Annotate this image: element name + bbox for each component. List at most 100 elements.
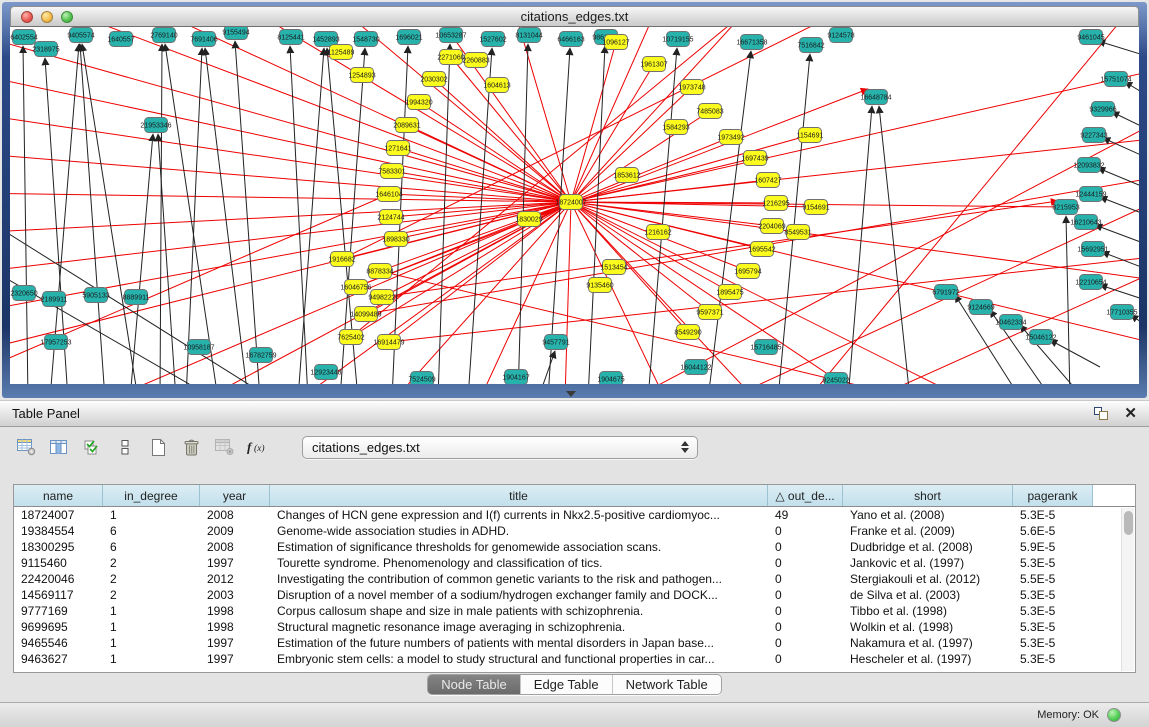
- graph-node[interactable]: 2769140: [150, 28, 177, 43]
- citation-network-graph[interactable]: 6402554231897594055741640557276914076914…: [10, 27, 1139, 384]
- graph-node[interactable]: 15046122: [1025, 330, 1056, 345]
- citation-edge[interactable]: [565, 202, 571, 384]
- graph-node[interactable]: 1254893: [348, 68, 375, 83]
- citation-edge[interactable]: [434, 79, 571, 202]
- graph-node[interactable]: 17710355: [1106, 305, 1137, 320]
- graph-node[interactable]: 16782759: [245, 348, 276, 363]
- edge[interactable]: [778, 54, 810, 384]
- column-header-out_degree[interactable]: △ out_de...: [768, 485, 843, 506]
- graph-node[interactable]: 17957253: [40, 335, 71, 350]
- graph-node[interactable]: 1640557: [107, 32, 134, 47]
- graph-node[interactable]: 1830029: [515, 212, 542, 227]
- graph-node[interactable]: 14099489: [350, 307, 381, 322]
- minimize-window-icon[interactable]: [41, 11, 53, 23]
- graph-node[interactable]: 1695794: [734, 264, 761, 279]
- graph-node[interactable]: 6402554: [10, 30, 37, 45]
- graph-node[interactable]: 9135460: [586, 278, 613, 293]
- tab-node-table[interactable]: Node Table: [428, 675, 521, 694]
- graph-node[interactable]: 8125441: [277, 30, 304, 45]
- graph-node[interactable]: 1898330: [382, 232, 409, 247]
- edge[interactable]: [1112, 112, 1139, 140]
- graph-node[interactable]: 9124578: [827, 28, 854, 43]
- graph-node[interactable]: 21953346: [140, 118, 171, 133]
- table-row[interactable]: 911546021997Tourette syndrome. Phenomeno…: [14, 555, 1121, 571]
- close-panel-icon[interactable]: ✕: [1124, 407, 1137, 421]
- graph-node[interactable]: 2260883: [462, 53, 489, 68]
- graph-node[interactable]: 6791972: [932, 285, 959, 300]
- graph-node[interactable]: 16914479: [373, 335, 404, 350]
- graph-node[interactable]: 8215953: [1052, 200, 1079, 215]
- delete-table-icon[interactable]: [179, 435, 203, 459]
- graph-node[interactable]: 7524509: [408, 372, 435, 385]
- edge[interactable]: [82, 44, 138, 384]
- graph-node[interactable]: 9124669: [967, 300, 994, 315]
- table-row[interactable]: 1938455462009Genome-wide association stu…: [14, 523, 1121, 539]
- graph-node[interactable]: 10462334: [995, 315, 1026, 330]
- graph-node[interactable]: 1904675: [597, 372, 624, 385]
- graph-node[interactable]: 9457791: [542, 335, 569, 350]
- citation-edge[interactable]: [515, 27, 571, 202]
- graph-node[interactable]: 1607427: [754, 173, 781, 188]
- graph-node[interactable]: 12093832: [1073, 158, 1104, 173]
- graph-node[interactable]: 1853612: [613, 168, 640, 183]
- edge[interactable]: [1050, 340, 1100, 367]
- tab-network-table[interactable]: Network Table: [613, 675, 721, 694]
- citation-edge[interactable]: [480, 202, 571, 384]
- table-row[interactable]: 946362711997Embryonic stem cells: a mode…: [14, 651, 1121, 667]
- citation-edge[interactable]: [571, 64, 654, 202]
- column-header-pagerank[interactable]: pagerank: [1013, 485, 1093, 506]
- graph-node[interactable]: 2271060: [437, 50, 464, 65]
- graph-node[interactable]: 2204069: [758, 219, 785, 234]
- graph-node[interactable]: 1904167: [502, 370, 529, 385]
- edge[interactable]: [1100, 197, 1139, 224]
- table-row[interactable]: 977716911998Corpus callosum shape and si…: [14, 603, 1121, 619]
- graph-node[interactable]: 8889911: [123, 290, 150, 305]
- new-table-icon[interactable]: [146, 435, 170, 459]
- graph-node[interactable]: 1548730: [352, 32, 379, 47]
- table-row[interactable]: 946554611997Estimation of the future num…: [14, 635, 1121, 651]
- graph-node[interactable]: 1961307: [640, 57, 667, 72]
- graph-node[interactable]: 1646104: [375, 187, 402, 202]
- table-row[interactable]: 969969511998Structural magnetic resonanc…: [14, 619, 1121, 635]
- table-row[interactable]: 1830029562008Estimation of significance …: [14, 539, 1121, 555]
- tab-edge-table[interactable]: Edge Table: [521, 675, 613, 694]
- split-pane-collapse-handle[interactable]: [566, 391, 576, 397]
- table-row[interactable]: 1456911722003Disruption of a novel membe…: [14, 587, 1121, 603]
- graph-node[interactable]: 2089631: [393, 118, 420, 133]
- graph-node[interactable]: 1994320: [405, 95, 432, 110]
- vertical-scrollbar[interactable]: [1121, 508, 1134, 671]
- graph-node[interactable]: 12210654: [1075, 275, 1106, 290]
- graph-node[interactable]: 8131044: [515, 28, 542, 43]
- citation-edge[interactable]: [419, 102, 571, 202]
- edge[interactable]: [205, 48, 248, 384]
- graph-node[interactable]: 18724007: [555, 195, 586, 210]
- edge[interactable]: [130, 134, 153, 384]
- table-row[interactable]: 2242004622012Investigating the contribut…: [14, 571, 1121, 587]
- show-columns-icon[interactable]: [47, 435, 71, 459]
- edge[interactable]: [235, 41, 260, 384]
- graph-node[interactable]: 1513454: [600, 260, 627, 275]
- graph-node[interactable]: 1096127: [602, 35, 629, 50]
- graph-node[interactable]: 2030302: [420, 72, 447, 87]
- edge[interactable]: [290, 46, 308, 384]
- edge[interactable]: [538, 351, 555, 384]
- graph-node[interactable]: 10719155: [662, 32, 693, 47]
- edge[interactable]: [186, 48, 202, 384]
- graph-node[interactable]: 12444159: [1075, 187, 1106, 202]
- graph-node[interactable]: 10958187: [183, 340, 214, 355]
- column-header-name[interactable]: name: [14, 485, 103, 506]
- graph-node[interactable]: 16648784: [860, 90, 891, 105]
- citation-edge[interactable]: [571, 180, 768, 202]
- graph-node[interactable]: 10653287: [435, 28, 466, 43]
- close-window-icon[interactable]: [21, 11, 33, 23]
- graph-node[interactable]: 12923448: [310, 365, 341, 380]
- graph-node[interactable]: 9461045: [1077, 30, 1104, 45]
- edge[interactable]: [1098, 41, 1139, 57]
- column-header-title[interactable]: title: [270, 485, 768, 506]
- citation-edge[interactable]: [382, 202, 571, 297]
- citation-edge[interactable]: [10, 73, 571, 202]
- graph-node[interactable]: 1695542: [748, 242, 775, 257]
- graph-node[interactable]: 16671358: [736, 35, 767, 50]
- graph-node[interactable]: 9245022: [822, 373, 849, 385]
- graph-node[interactable]: 2189911: [41, 292, 68, 307]
